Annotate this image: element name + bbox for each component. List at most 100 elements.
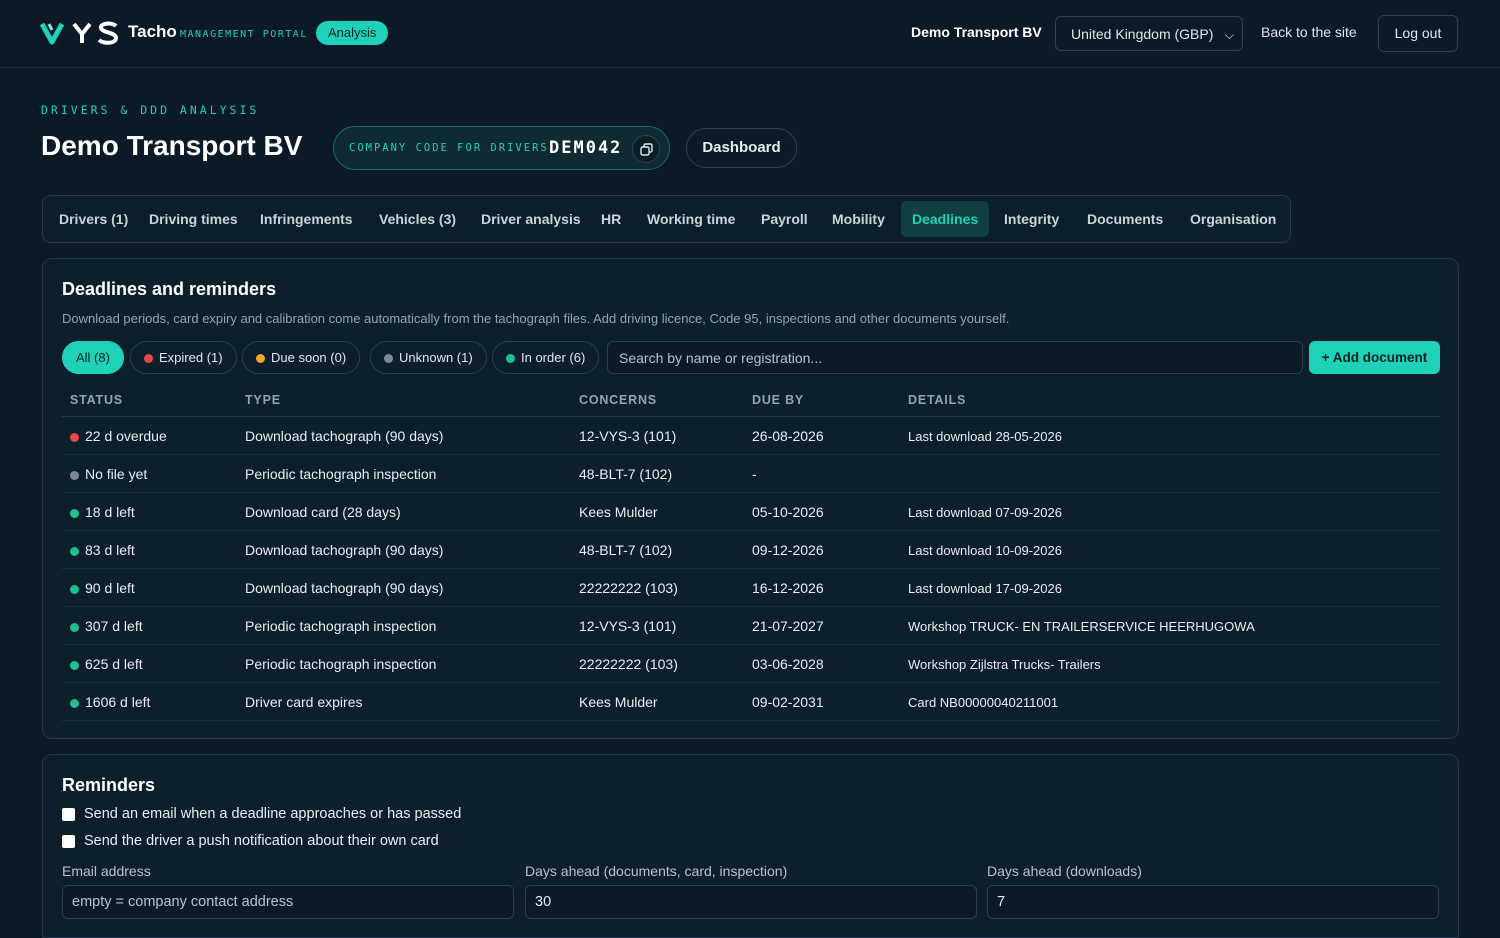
- region-select[interactable]: United Kingdom (GBP) ⌵: [1055, 16, 1243, 51]
- due-cell: 09-02-2031: [752, 694, 824, 710]
- filter-due-soon[interactable]: Due soon (0): [242, 341, 361, 374]
- status-text: 1606 d left: [85, 694, 151, 710]
- details-cell: Workshop TRUCK- EN TRAILERSERVICE HEERHU…: [908, 619, 1255, 634]
- email-address-label: Email address: [62, 863, 151, 879]
- status-cell: 625 d left: [70, 656, 143, 672]
- grey-dot-icon: [384, 353, 393, 363]
- filter-all-label: All (8): [76, 350, 110, 365]
- green-dot-icon: [506, 353, 515, 363]
- tab-driving-times[interactable]: Driving times: [149, 201, 238, 237]
- type-cell: Periodic tachograph inspection: [245, 656, 437, 672]
- days-ahead-downloads-field[interactable]: 7: [987, 885, 1439, 919]
- email-reminder-checkbox[interactable]: [62, 807, 75, 821]
- table-row[interactable]: 307 d left Periodic tachograph inspectio…: [62, 607, 1440, 645]
- tab-hr[interactable]: HR: [601, 201, 621, 237]
- table-row[interactable]: 625 d left Periodic tachograph inspectio…: [62, 645, 1440, 683]
- add-document-button[interactable]: + Add document: [1309, 341, 1440, 374]
- red-dot-icon: [144, 353, 153, 363]
- email-reminder-option[interactable]: Send an email when a deadline approaches…: [62, 806, 461, 822]
- table-row[interactable]: 1606 d left Driver card expires Kees Mul…: [62, 683, 1440, 721]
- due-cell: -: [752, 466, 757, 482]
- due-cell: 05-10-2026: [752, 504, 824, 520]
- tab-documents[interactable]: Documents: [1087, 201, 1163, 237]
- tab-deadlines[interactable]: Deadlines: [901, 201, 990, 237]
- column-type: TYPE: [245, 393, 281, 407]
- status-cell: 1606 d left: [70, 694, 150, 710]
- email-address-field[interactable]: empty = company contact address: [62, 885, 514, 919]
- push-reminder-option[interactable]: Send the driver a push notification abou…: [62, 833, 439, 849]
- brand-subtitle: MANAGEMENT PORTAL: [180, 29, 308, 40]
- table-row[interactable]: 83 d left Download tachograph (90 days) …: [62, 531, 1440, 569]
- table-header: STATUS TYPE CONCERNS DUE BY DETAILS: [62, 385, 1440, 417]
- red-dot-icon: [70, 432, 79, 442]
- days-ahead-downloads-label: Days ahead (downloads): [987, 863, 1142, 879]
- status-text: No file yet: [85, 466, 148, 482]
- filter-unknown[interactable]: Unknown (1): [370, 341, 487, 374]
- green-dot-icon: [70, 508, 79, 518]
- filter-due-soon-label: Due soon (0): [271, 350, 347, 365]
- status-cell: 90 d left: [70, 580, 135, 596]
- table-row[interactable]: 18 d left Download card (28 days) Kees M…: [62, 493, 1440, 531]
- status-cell: 307 d left: [70, 618, 143, 634]
- green-dot-icon: [70, 698, 79, 708]
- tab-driver-analysis[interactable]: Driver analysis: [481, 201, 581, 237]
- status-text: 83 d left: [85, 542, 135, 558]
- details-cell: Last download 17-09-2026: [908, 581, 1062, 596]
- green-dot-icon: [70, 546, 79, 556]
- company-code-value: DEM042: [549, 138, 623, 158]
- chevron-down-icon: ⌵: [1224, 28, 1234, 42]
- company-name: Demo Transport BV: [911, 24, 1042, 40]
- page-eyebrow: DRIVERS & DDD ANALYSIS: [41, 103, 260, 117]
- tab-infringements[interactable]: Infringements: [260, 201, 353, 237]
- table-row[interactable]: 90 d left Download tachograph (90 days) …: [62, 569, 1440, 607]
- concerns-cell: 12-VYS-3 (101): [579, 618, 677, 634]
- status-cell: 83 d left: [70, 542, 135, 558]
- section-tabs: Drivers (1) Driving times Infringements …: [42, 195, 1291, 243]
- dashboard-button[interactable]: Dashboard: [686, 128, 797, 168]
- due-cell: 16-12-2026: [752, 580, 824, 596]
- status-cell: No file yet: [70, 466, 147, 482]
- grey-dot-icon: [70, 470, 79, 480]
- due-cell: 09-12-2026: [752, 542, 824, 558]
- type-cell: Download tachograph (90 days): [245, 580, 444, 596]
- column-status: STATUS: [70, 393, 123, 407]
- filter-expired-label: Expired (1): [159, 350, 223, 365]
- filter-all[interactable]: All (8): [62, 341, 124, 374]
- tab-mobility[interactable]: Mobility: [832, 201, 885, 237]
- days-ahead-documents-label: Days ahead (documents, card, inspection): [525, 863, 788, 879]
- type-cell: Download card (28 days): [245, 504, 401, 520]
- logout-button[interactable]: Log out: [1378, 15, 1458, 52]
- tab-working-time[interactable]: Working time: [647, 201, 735, 237]
- due-cell: 03-06-2028: [752, 656, 824, 672]
- days-ahead-documents-field[interactable]: 30: [525, 885, 977, 919]
- vys-logo-icon[interactable]: [40, 18, 120, 48]
- deadlines-card: Deadlines and reminders Download periods…: [42, 258, 1459, 739]
- type-cell: Periodic tachograph inspection: [245, 618, 437, 634]
- filter-expired[interactable]: Expired (1): [130, 341, 237, 374]
- copy-code-button[interactable]: [632, 135, 660, 163]
- table-row[interactable]: 22 d overdue Download tachograph (90 day…: [62, 417, 1440, 455]
- back-to-site-link[interactable]: Back to the site: [1261, 24, 1357, 40]
- type-cell: Periodic tachograph inspection: [245, 466, 437, 482]
- search-input[interactable]: [607, 341, 1303, 374]
- filter-in-order[interactable]: In order (6): [492, 341, 600, 374]
- table-row[interactable]: No file yet Periodic tachograph inspecti…: [62, 455, 1440, 493]
- type-cell: Driver card expires: [245, 694, 363, 710]
- tab-organisation[interactable]: Organisation: [1190, 201, 1276, 237]
- push-reminder-label: Send the driver a push notification abou…: [84, 833, 439, 849]
- company-code-label: COMPANY CODE FOR DRIVERS: [349, 142, 549, 154]
- push-reminder-checkbox[interactable]: [62, 834, 75, 848]
- concerns-cell: 22222222 (103): [579, 580, 678, 596]
- type-cell: Download tachograph (90 days): [245, 542, 444, 558]
- status-text: 22 d overdue: [85, 428, 167, 444]
- tab-integrity[interactable]: Integrity: [1004, 201, 1059, 237]
- tab-payroll[interactable]: Payroll: [761, 201, 808, 237]
- tab-vehicles[interactable]: Vehicles (3): [379, 201, 456, 237]
- deadlines-description: Download periods, card expiry and calibr…: [62, 311, 1010, 326]
- status-text: 90 d left: [85, 580, 135, 596]
- orange-dot-icon: [256, 353, 265, 363]
- tab-drivers[interactable]: Drivers (1): [59, 201, 128, 237]
- details-cell: Card NB00000040211001: [908, 695, 1059, 710]
- column-details: DETAILS: [908, 393, 967, 407]
- green-dot-icon: [70, 622, 79, 632]
